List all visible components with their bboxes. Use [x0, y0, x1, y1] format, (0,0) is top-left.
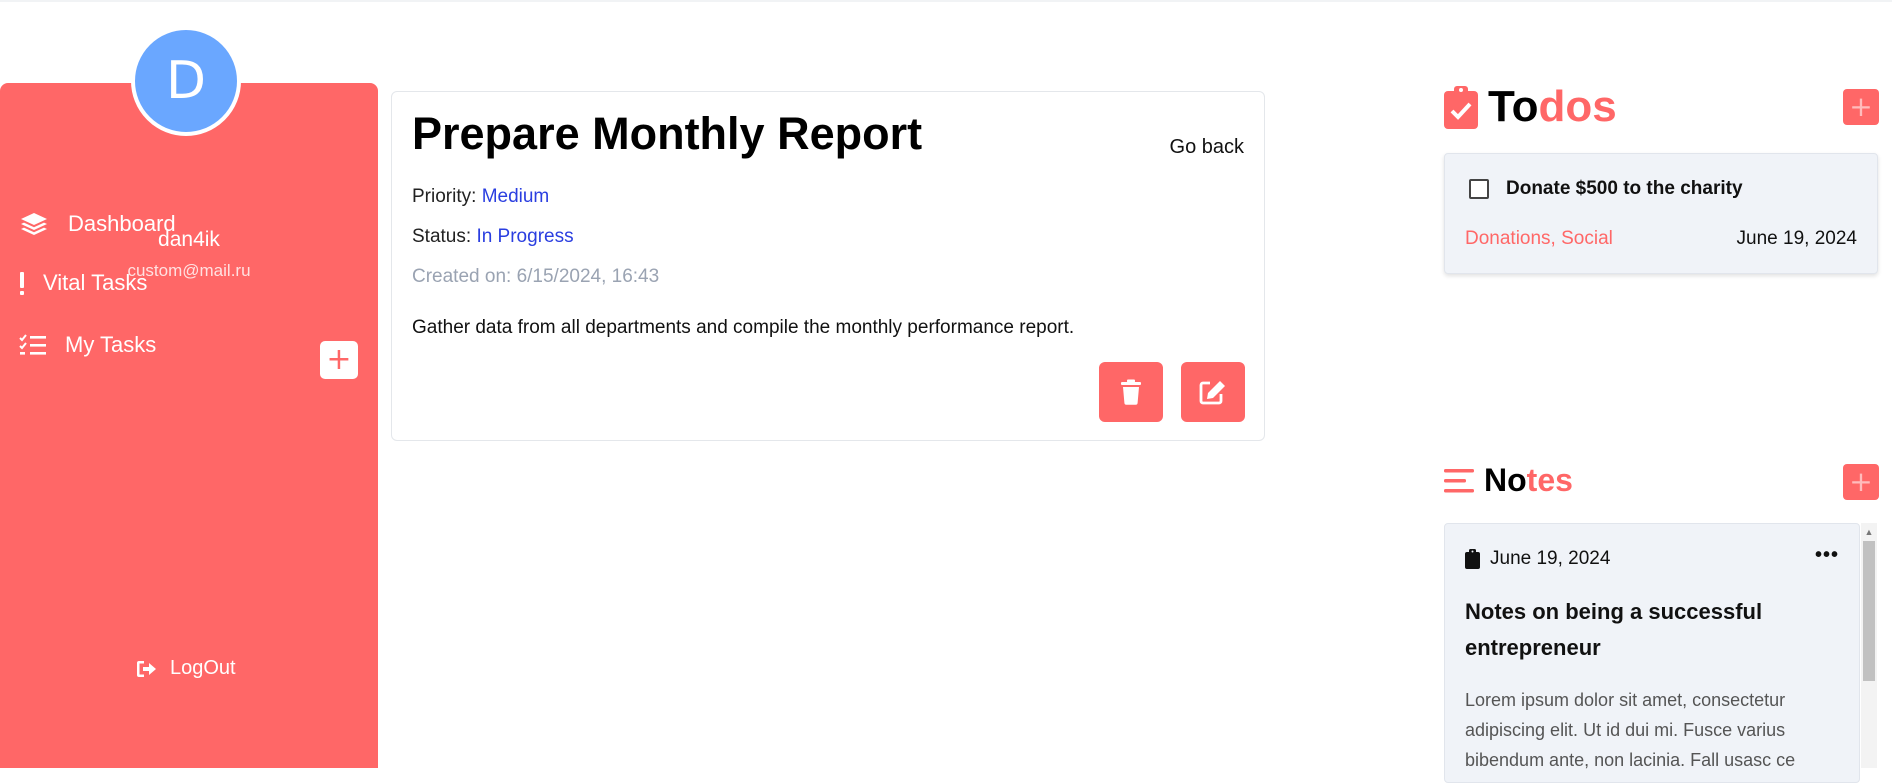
note-title: Notes on being a successful entrepreneur: [1465, 599, 1763, 660]
scroll-up-arrow-icon[interactable]: ▲: [1861, 525, 1877, 539]
edit-task-button[interactable]: [1181, 362, 1245, 422]
sidebar-item-label: Dashboard: [68, 211, 176, 236]
notes-scrollbar[interactable]: ▲: [1861, 523, 1877, 768]
exclamation-icon: [18, 271, 26, 303]
logout-icon: [136, 659, 158, 679]
avatar: D: [131, 26, 241, 136]
note-item[interactable]: June 19, 2024 ••• Notes on being a succe…: [1444, 523, 1860, 783]
trash-icon: [1120, 379, 1142, 405]
edit-icon: [1199, 379, 1227, 405]
todos-title-accent: dos: [1538, 82, 1617, 131]
notes-title-accent: tes: [1526, 462, 1573, 498]
layers-icon: [20, 212, 48, 244]
logout-label: LogOut: [170, 657, 236, 679]
go-back-link[interactable]: Go back: [1170, 136, 1244, 159]
todos-title-dark: To: [1488, 82, 1539, 131]
task-created-date: Created on: 6/15/2024, 16:43: [412, 266, 660, 287]
sidebar: dan4ik custom@mail.ru Dashboard Vital Ta…: [0, 83, 378, 768]
priority-value: Medium: [481, 186, 550, 207]
clipboard-check-icon: [1444, 85, 1478, 129]
status-label: Status:: [412, 226, 472, 247]
task-priority: Priority: Medium: [412, 186, 549, 208]
note-body: Lorem ipsum dolor sit amet, consectetur …: [1465, 690, 1796, 770]
user-name: dan4ik: [158, 228, 220, 251]
notes-header: No tes: [1444, 462, 1573, 499]
avatar-initial: D: [165, 51, 207, 111]
note-date: June 19, 2024: [1490, 548, 1611, 569]
todo-tags: Donations, Social: [1465, 228, 1613, 249]
scrollbar-thumb[interactable]: [1863, 541, 1875, 681]
logout-button[interactable]: LogOut: [136, 657, 236, 680]
add-todo-button[interactable]: +: [1843, 89, 1879, 125]
todo-date: June 19, 2024: [1736, 228, 1857, 249]
top-divider: [0, 0, 1892, 2]
notes-title-dark: No: [1484, 462, 1527, 498]
task-detail-card: Prepare Monthly Report Go back Priority:…: [391, 91, 1265, 441]
sidebar-item-label: My Tasks: [65, 332, 157, 357]
note-more-button[interactable]: •••: [1815, 544, 1839, 567]
todo-item[interactable]: Donate $500 to the charity Donations, So…: [1444, 153, 1878, 274]
todo-title: Donate $500 to the charity: [1506, 178, 1743, 199]
task-description: Gather data from all departments and com…: [412, 317, 1075, 338]
add-note-button[interactable]: +: [1843, 464, 1879, 500]
delete-task-button[interactable]: [1099, 362, 1163, 422]
task-title: Prepare Monthly Report: [412, 108, 923, 159]
menu-lines-icon: [1444, 467, 1474, 495]
add-task-button[interactable]: +: [320, 341, 358, 379]
status-value: In Progress: [476, 226, 574, 247]
clipboard-icon: [1465, 549, 1480, 569]
task-list-icon: [19, 334, 47, 364]
todo-checkbox[interactable]: [1469, 179, 1489, 199]
priority-label: Priority:: [412, 186, 477, 207]
task-status: Status: In Progress: [412, 226, 574, 248]
note-date-row: June 19, 2024: [1465, 548, 1610, 570]
todos-header: To dos: [1444, 82, 1617, 132]
sidebar-item-label: Vital Tasks: [43, 270, 148, 295]
